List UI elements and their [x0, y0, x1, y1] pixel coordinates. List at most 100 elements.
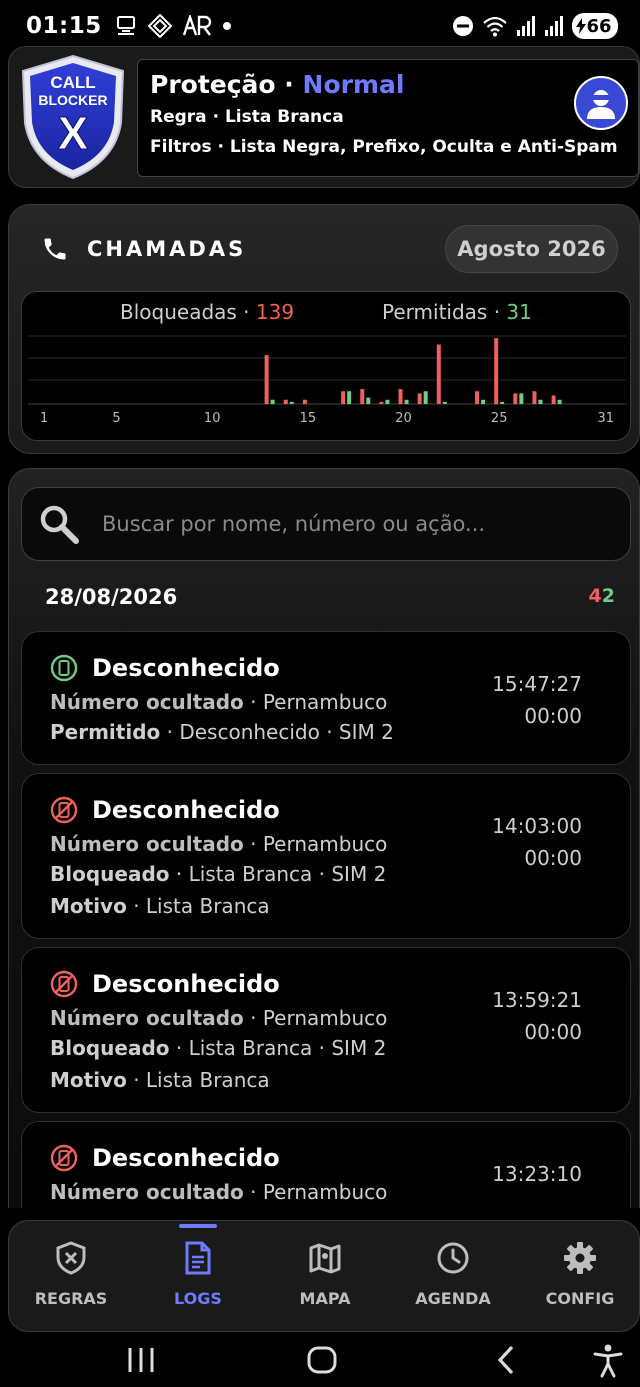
back-button[interactable]	[492, 1342, 520, 1378]
month-selector[interactable]: Agosto 2026	[445, 225, 618, 273]
log-entry[interactable]: Desconhecido Número ocultado · Pernambuc…	[21, 773, 631, 939]
blocked-phone-icon	[50, 970, 78, 998]
nav-label: CONFIG	[545, 1289, 615, 1308]
nav-label: AGENDA	[415, 1289, 491, 1308]
caller-number-line: Número ocultado · Pernambuco	[50, 1006, 388, 1030]
battery-level: 66	[586, 15, 612, 37]
bar-blocked	[436, 344, 441, 404]
bar-allowed	[538, 399, 543, 404]
chart-x-tick-label: 25	[491, 411, 508, 426]
nav-regras[interactable]: REGRAS	[11, 1221, 131, 1333]
nav-mapa[interactable]: MAPA	[265, 1221, 385, 1333]
call-time: 13:59:21	[492, 988, 582, 1012]
caller-name: Desconhecido	[92, 1144, 280, 1172]
dot-icon	[222, 22, 231, 30]
caller-name: Desconhecido	[92, 970, 280, 998]
bar-blocked	[532, 391, 537, 404]
status-time: 01:15	[26, 13, 102, 39]
protection-status: Normal	[302, 70, 405, 99]
calls-header: CHAMADAS	[41, 235, 246, 263]
wifi-icon	[483, 16, 507, 37]
call-blocker-logo: CALL BLOCKER X	[21, 54, 125, 180]
caller-name: Desconhecido	[92, 654, 280, 682]
log-date-header: 28/08/2026 42	[45, 585, 615, 609]
bar-blocked	[475, 391, 480, 404]
caller-number-line: Número ocultado · Pernambuco	[50, 1180, 388, 1204]
dnd-icon	[453, 16, 473, 36]
bar-allowed	[481, 399, 486, 404]
logs-panel: 28/08/2026 42 Desconhecido Número oculta…	[8, 468, 640, 1208]
bar-blocked	[341, 391, 346, 404]
active-tab-indicator	[179, 1224, 217, 1228]
log-date: 28/08/2026	[45, 585, 178, 609]
allowed-phone-icon	[50, 654, 78, 682]
nav-logs[interactable]: LOGS	[138, 1221, 258, 1333]
monitor-icon	[116, 16, 135, 35]
svg-text:CALL: CALL	[50, 73, 95, 92]
gear-icon	[564, 1242, 596, 1274]
status-bar: 01:15 66	[0, 0, 640, 52]
shield-x-icon	[56, 1241, 86, 1275]
nav-config[interactable]: CONFIG	[520, 1221, 640, 1333]
profile-avatar-button[interactable]	[574, 76, 628, 130]
bar-allowed	[385, 399, 390, 404]
protection-title: Proteção · Normal	[150, 70, 405, 99]
filters-line: Filtros · Lista Negra, Prefixo, Oculta e…	[150, 137, 618, 157]
bar-allowed	[557, 399, 562, 404]
log-entry[interactable]: Desconhecido Número ocultado · Pernambuc…	[21, 631, 631, 765]
bar-allowed	[500, 401, 505, 404]
bar-blocked	[360, 389, 365, 404]
log-entry[interactable]: Desconhecido Número ocultado · Pernambuc…	[21, 947, 631, 1113]
bar-blocked	[379, 401, 384, 404]
action-line: Permitido · Desconhecido · SIM 2	[50, 720, 394, 744]
accessibility-icon[interactable]	[592, 1342, 624, 1378]
search-icon	[40, 505, 79, 544]
reason-line: Motivo · Lista Branca	[50, 1068, 270, 1092]
bar-blocked	[398, 389, 403, 404]
bar-blocked	[283, 399, 288, 404]
charging-icon	[576, 18, 587, 34]
status-left-icons	[116, 14, 232, 38]
bar-blocked	[302, 399, 307, 404]
document-icon	[185, 1241, 211, 1275]
caller-name: Desconhecido	[92, 796, 280, 824]
bar-allowed	[423, 391, 428, 404]
log-date-count: 42	[588, 585, 615, 607]
bar-blocked	[264, 355, 269, 404]
recent-apps-button[interactable]	[126, 1342, 156, 1378]
chart-x-tick-label: 15	[300, 411, 317, 426]
log-entry-head: Desconhecido	[50, 970, 280, 998]
calls-card: CHAMADAS Agosto 2026 Bloqueadas · 139 Pe…	[8, 204, 640, 454]
nav-agenda[interactable]: AGENDA	[393, 1221, 513, 1333]
phone-icon	[44, 238, 66, 260]
protection-card[interactable]: CALL BLOCKER X Proteção · Normal Regra ·…	[8, 46, 640, 188]
call-time: 14:03:00	[492, 814, 582, 838]
bar-allowed	[270, 399, 275, 404]
chart-x-tick-label: 5	[112, 411, 120, 426]
signal-icon-2	[545, 16, 563, 36]
chart-x-tick-label: 10	[204, 411, 221, 426]
chart-x-tick-label: 20	[395, 411, 412, 426]
bar-allowed	[347, 391, 352, 404]
log-entry-head: Desconhecido	[50, 654, 280, 682]
search-input[interactable]	[102, 512, 630, 536]
call-duration: 00:00	[524, 1020, 582, 1044]
user-icon	[587, 90, 615, 119]
calls-chart: Bloqueadas · 139 Permitidas · 31 1 5 10 15 2…	[21, 291, 631, 441]
home-button[interactable]	[304, 1342, 340, 1378]
search-box[interactable]	[21, 487, 631, 561]
clock-icon	[437, 1242, 469, 1274]
blocked-phone-icon	[50, 796, 78, 824]
action-line: Bloqueado · Lista Branca · SIM 2	[50, 862, 387, 886]
reason-line: Motivo · Lista Branca	[50, 894, 270, 918]
bar-allowed	[289, 401, 294, 404]
bar-blocked	[551, 395, 556, 404]
caller-number-line: Número ocultado · Pernambuco	[50, 832, 388, 856]
nav-label: REGRAS	[34, 1289, 108, 1308]
svg-text:BLOCKER: BLOCKER	[38, 92, 107, 108]
caller-number-line: Número ocultado · Pernambuco	[50, 690, 388, 714]
protection-info: Proteção · Normal Regra · Lista Branca F…	[137, 59, 639, 177]
log-entry[interactable]: Desconhecido Número ocultado · Pernambuc…	[21, 1121, 631, 1208]
chart-x-tick-label: 1	[40, 411, 48, 426]
calls-title: CHAMADAS	[87, 237, 247, 261]
